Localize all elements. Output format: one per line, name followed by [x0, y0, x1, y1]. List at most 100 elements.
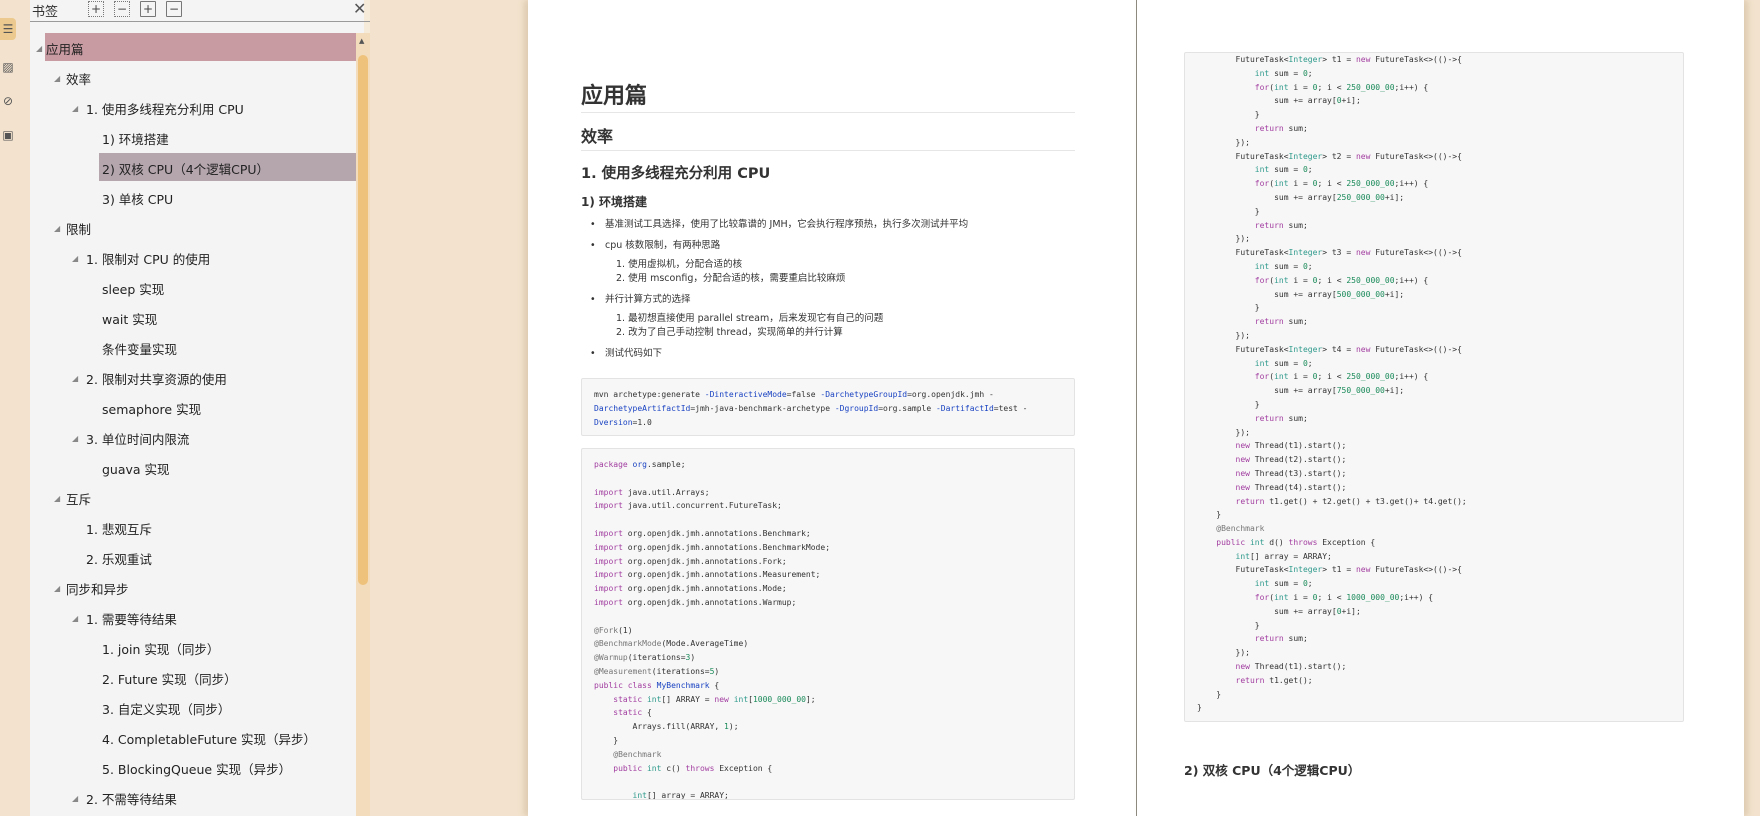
add-bookmark-icon[interactable]: + — [140, 1, 156, 17]
bookmark-item[interactable]: 3) 单核 CPU — [30, 183, 356, 213]
panel-title: 书签 — [32, 5, 59, 20]
bookmark-item[interactable]: ◢ 1. 使用多线程充分利用 CPU — [30, 93, 356, 123]
bookmark-item[interactable]: ◢ 1. 限制对 CPU 的使用 — [30, 243, 356, 273]
bookmark-item[interactable]: ◢ 限制 — [30, 213, 356, 243]
image-icon[interactable]: ▨ — [0, 56, 16, 78]
bookmark-item[interactable]: ◢ 3. 单位时间内限流 — [30, 423, 356, 453]
bookmark-item[interactable]: 2) 双核 CPU（4个逻辑CPU） — [30, 153, 356, 183]
code-token: import — [594, 542, 628, 552]
expand-triangle-icon[interactable]: ◢ — [54, 224, 60, 233]
bookmark-item[interactable]: ◢ 2. 不需等待结果 — [30, 783, 356, 813]
bookmark-item[interactable]: wait 实现 — [30, 303, 356, 333]
expand-triangle-icon[interactable]: ◢ — [72, 104, 78, 113]
bookmark-item[interactable]: ◢ 互斥 — [30, 483, 356, 513]
code-line: import org.openjdk.jmh.annotations.Bench… — [594, 527, 1062, 541]
bookmark-item[interactable]: guava 实现 — [30, 453, 356, 483]
code-token: FutureTask< — [1197, 55, 1289, 64]
code-token: return — [1197, 123, 1289, 133]
code-token: ) — [690, 653, 696, 663]
code-token: int — [1197, 68, 1270, 78]
code-line: @Benchmark — [594, 748, 1062, 762]
code-token: int — [1274, 179, 1289, 189]
code-token: > t4 = — [1322, 344, 1356, 354]
expand-triangle-icon[interactable]: ◢ — [72, 254, 78, 263]
code-line: @BenchmarkMode(Mode.AverageTime) — [594, 637, 1062, 651]
bookmark-item[interactable]: ◢ 2. 限制对共享资源的使用 — [30, 363, 356, 393]
collapse-all-icon[interactable]: − — [114, 1, 130, 17]
scroll-up-arrow-icon[interactable]: ▲ — [359, 37, 364, 45]
bookmark-list-icon[interactable]: ☰ — [0, 18, 16, 40]
code-line: FutureTask<Integer> t2 = new FutureTask<… — [1197, 150, 1671, 164]
code-token: Thread(t1).start(); — [1254, 441, 1347, 451]
bookmark-item[interactable]: 4. CompletableFuture 实现（异步） — [30, 723, 356, 753]
code-token: int — [646, 694, 662, 704]
expand-triangle-icon[interactable]: ◢ — [72, 434, 78, 443]
scrollbar[interactable]: ▲ — [356, 33, 370, 816]
bookmark-item[interactable]: ◢ 应用篇 — [30, 33, 356, 63]
bookmark-item[interactable]: 1) 环境搭建 — [30, 123, 356, 153]
bookmark-item[interactable]: 5. BlockingQueue 实现（异步） — [30, 753, 356, 783]
bookmark-item[interactable]: 3. 自定义实现（同步） — [30, 693, 356, 723]
delete-bookmark-icon[interactable]: − — [166, 1, 182, 17]
code-token: sum += array[ — [1197, 606, 1337, 616]
expand-triangle-icon[interactable]: ◢ — [72, 614, 78, 623]
expand-triangle-icon[interactable]: ◢ — [72, 374, 78, 383]
bookmark-item[interactable]: ◢ 效率 — [30, 63, 356, 93]
code-token: DarchetypeArtifactId — [594, 403, 691, 413]
expand-triangle-icon[interactable]: ◢ — [54, 494, 60, 503]
numbered-subitem: 1. 使用虚拟机，分配合适的核 — [616, 259, 743, 270]
close-icon[interactable]: ✕ — [353, 0, 366, 18]
code-line: new Thread(t1).start(); — [1197, 439, 1671, 453]
bookmark-label: sleep 实现 — [102, 281, 165, 297]
code-token: new — [714, 694, 734, 704]
code-line: } — [1197, 108, 1671, 122]
code-line: import org.openjdk.jmh.annotations.Fork; — [594, 555, 1062, 569]
heading-h4: 1) 环境搭建 — [581, 195, 648, 209]
code-token: } — [1197, 510, 1222, 520]
code-token: [] array = ARRAY; — [1249, 551, 1332, 561]
code-token: > t2 = — [1322, 151, 1356, 161]
bookmark-label: 1) 环境搭建 — [102, 131, 169, 147]
code-token: public — [1197, 537, 1250, 547]
code-token: new — [1355, 151, 1376, 161]
code-token: ; — [1307, 165, 1313, 175]
code-token: sum; — [1288, 123, 1308, 133]
signature-icon[interactable]: ▣ — [0, 124, 16, 146]
bookmark-item[interactable]: 1. 悲观互斥 — [30, 513, 356, 543]
code-token: } — [1197, 303, 1260, 313]
expand-triangle-icon[interactable]: ◢ — [36, 44, 42, 53]
code-token: import — [594, 584, 628, 594]
bookmark-item[interactable]: ◢ 同步和异步 — [30, 573, 356, 603]
code-token: ) — [714, 666, 720, 676]
code-line: for(int i = 0; i < 250_000_00;i++) { — [1197, 274, 1671, 288]
expand-triangle-icon[interactable]: ◢ — [54, 74, 60, 83]
bookmark-panel-header: 书签 + − + − ✕ — [30, 0, 370, 22]
bookmark-item[interactable]: sleep 实现 — [30, 273, 356, 303]
code-line: public class MyBenchmark { — [594, 679, 1062, 693]
code-token: (1) — [618, 625, 633, 635]
code-token: ; — [1307, 358, 1313, 368]
code-token: Arrays.fill(ARRAY, — [594, 722, 725, 732]
expand-triangle-icon[interactable]: ◢ — [72, 794, 78, 803]
code-token: sum; — [1288, 413, 1308, 423]
bookmark-label: 同步和异步 — [66, 581, 129, 597]
bookmark-item[interactable]: ◢ 1. 需要等待结果 — [30, 603, 356, 633]
expand-triangle-icon[interactable]: ◢ — [54, 584, 60, 593]
bookmark-item[interactable]: 2. Future 实现（同步） — [30, 663, 356, 693]
expand-all-icon[interactable]: + — [88, 1, 104, 17]
code-token: sum = — [1269, 261, 1303, 271]
code-line: for(int i = 0; i < 250_000_00;i++) { — [1197, 370, 1671, 384]
bookmark-item[interactable]: 2. 乐观重试 — [30, 543, 356, 573]
bookmark-item[interactable]: 1. join 实现（同步） — [30, 633, 356, 663]
scroll-thumb[interactable] — [358, 55, 368, 585]
code-token: org.openjdk.jmh.annotations.Mode; — [627, 584, 787, 594]
code-token: public class — [594, 680, 657, 690]
bookmark-item[interactable]: semaphore 实现 — [30, 393, 356, 423]
attachment-icon[interactable]: ⊘ — [0, 90, 16, 112]
bookmark-item[interactable]: 条件变量实现 — [30, 333, 356, 363]
code-line: public int c() throws Exception { — [594, 762, 1062, 776]
code-line: int sum = 0; — [1197, 260, 1671, 274]
code-token: org.openjdk.jmh.annotations.Warmup; — [627, 597, 797, 607]
code-token: } — [1197, 620, 1260, 630]
